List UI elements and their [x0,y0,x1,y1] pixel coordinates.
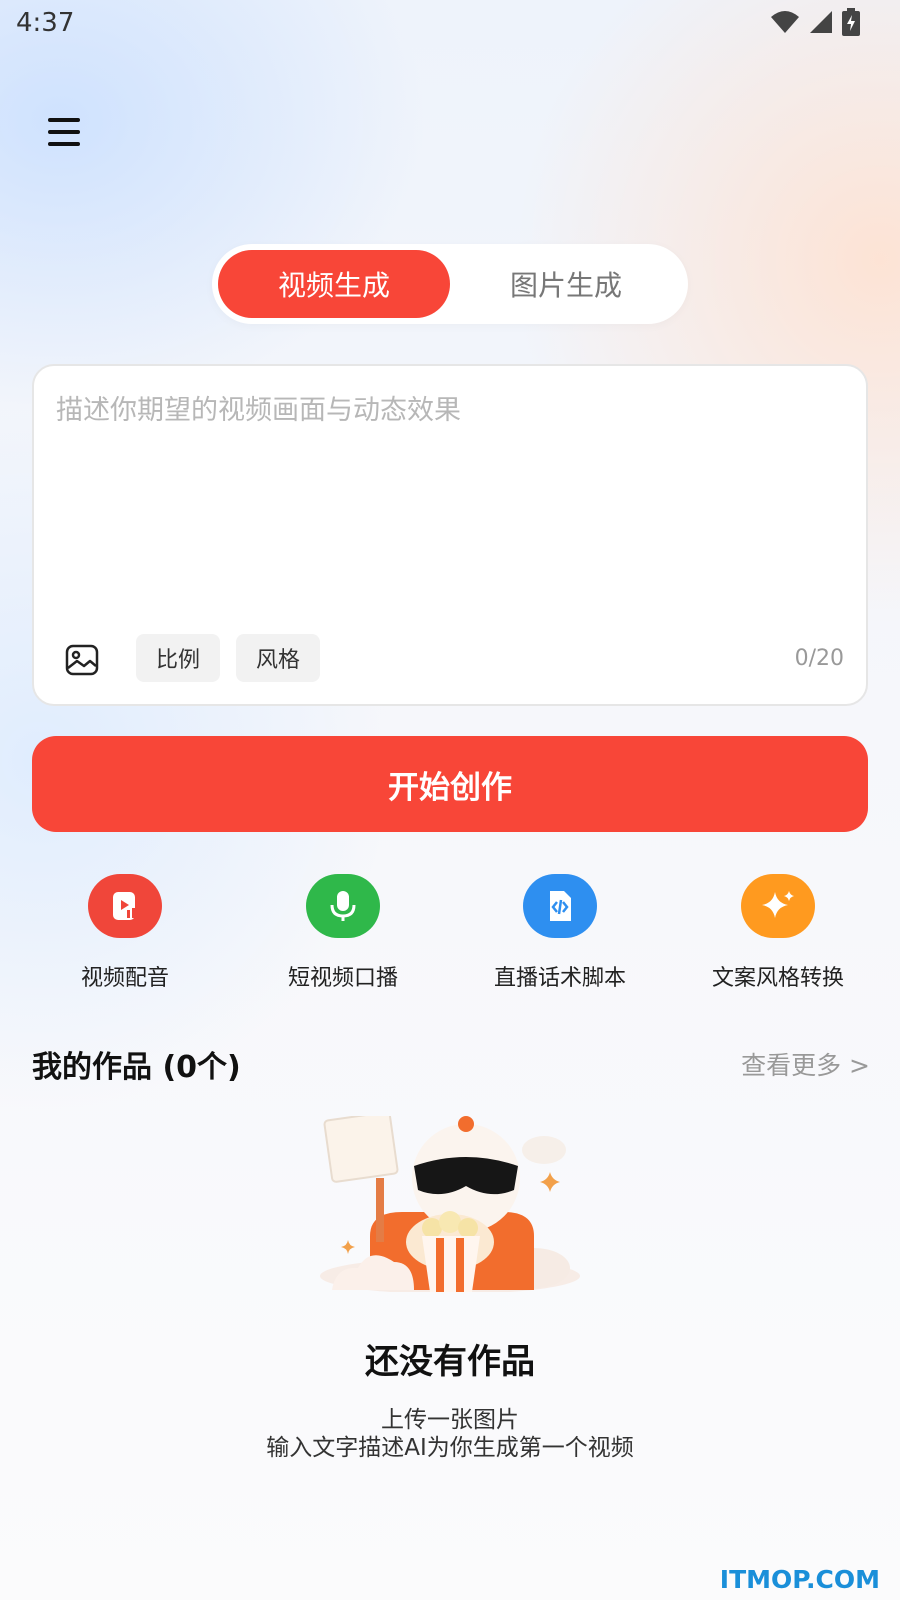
tab-video-generation[interactable]: 视频生成 [218,250,450,318]
image-icon[interactable] [64,642,100,678]
empty-state-title: 还没有作品 [365,1342,535,1382]
tool-label: 直播话术脚本 [493,966,626,991]
tool-short-video-voice[interactable]: 短视频口播 [243,874,443,992]
hamburger-menu-icon[interactable] [48,118,88,152]
status-icons [770,8,860,36]
ratio-chip[interactable]: 比例 [136,634,221,682]
works-section-title: 我的作品 (0个) [32,1050,241,1085]
status-bar: 4:37 [0,0,900,50]
tool-video-dubbing[interactable]: 视频配音 [25,874,225,992]
battery-charging-icon [842,8,860,36]
prompt-card: 比例 风格 0/20 [32,364,868,706]
prompt-input[interactable] [56,388,846,608]
robot-with-popcorn-illustration [320,1116,580,1292]
code-file-icon [523,874,597,938]
start-creation-button[interactable]: 开始创作 [32,736,868,832]
tab-image-generation[interactable]: 图片生成 [450,250,682,318]
tool-label: 视频配音 [80,966,169,991]
cellular-signal-icon [810,11,832,33]
tool-label: 短视频口播 [287,966,398,991]
tool-live-script[interactable]: 直播话术脚本 [460,874,660,992]
empty-state-text: 输入文字描述AI为你生成第一个视频 [266,1435,634,1461]
style-chip[interactable]: 风格 [236,634,321,682]
char-count: 0/20 [794,646,844,671]
watermark-logo: ITMOP.COM [719,1565,880,1594]
mode-switch: 视频生成 图片生成 [212,244,688,324]
tool-copy-style-convert[interactable]: 文案风格转换 [678,874,878,992]
microphone-icon [306,874,380,938]
video-dubbing-icon [88,874,162,938]
tool-label: 文案风格转换 [711,966,844,991]
status-time: 4:37 [16,8,75,38]
view-more-link[interactable]: 查看更多 > [741,1046,870,1082]
sparkle-icon [741,874,815,938]
wifi-icon [771,11,799,33]
